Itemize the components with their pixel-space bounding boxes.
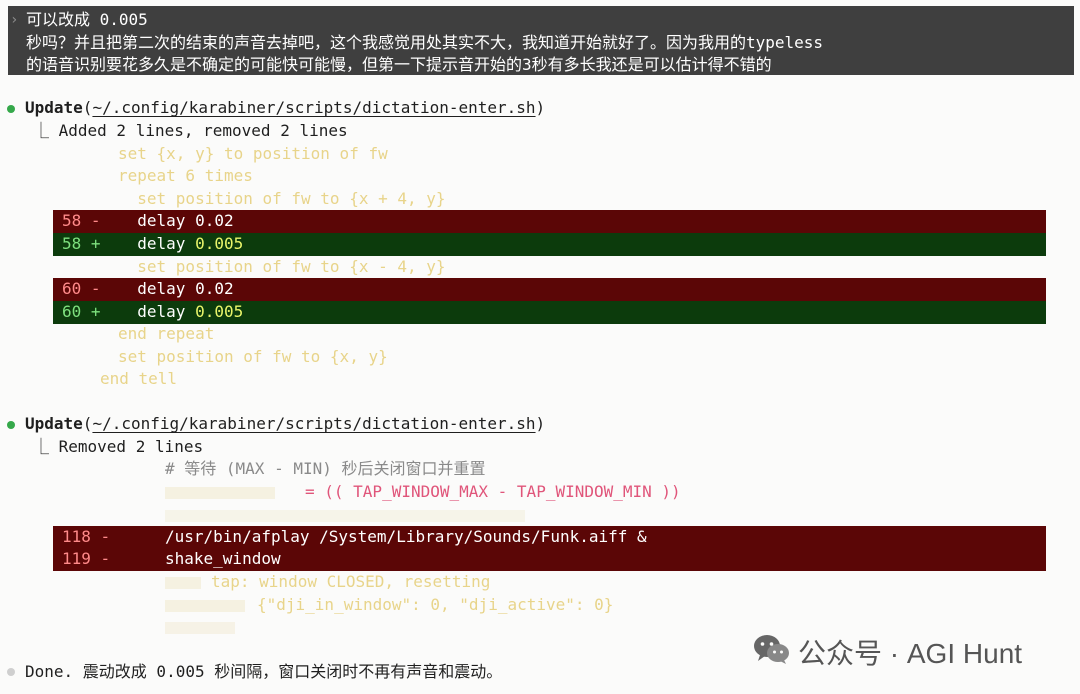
redacted-text: [165, 510, 525, 522]
status-bullet-icon: [7, 668, 15, 676]
watermark-text: 公众号 · AGI Hunt: [798, 638, 1023, 669]
wechat-icon: [752, 633, 790, 672]
line-number: 118 -: [62, 527, 111, 546]
context-line: {"dji_in_window": 0, "dji_active": 0}: [257, 595, 614, 614]
prompt-caret-icon: ›: [10, 12, 19, 28]
diff-code: delay: [118, 234, 196, 253]
redacted-text: [165, 622, 235, 634]
prompt-line-3: 的语音识别要花多久是不确定的可能快可能慢，但第一下提示音开始的3秒有多长我还是可…: [26, 55, 772, 74]
redacted-text: [165, 600, 245, 612]
diff-removed-line: 60 - delay 0.02: [53, 278, 1046, 301]
prompt-line-1: 可以改成 0.005: [26, 10, 148, 29]
assign-line: = (( TAP_WINDOW_MAX - TAP_WINDOW_MIN )): [305, 482, 681, 501]
redacted-text: [165, 577, 201, 589]
update-summary: ⎿ Added 2 lines, removed 2 lines: [33, 121, 348, 140]
file-path-link[interactable]: ~/.config/karabiner/scripts/dictation-en…: [92, 98, 535, 117]
line-number: 119 -: [62, 549, 111, 568]
context-line: tap: window CLOSED, resetting: [211, 572, 491, 591]
redacted-text: [165, 487, 275, 499]
status-bullet-icon: [7, 421, 15, 429]
diff-highlight: 0.005: [195, 234, 244, 253]
update-header-1: Update(~/.config/karabiner/scripts/dicta…: [25, 98, 546, 117]
update-header-2: Update(~/.config/karabiner/scripts/dicta…: [25, 414, 546, 433]
update-action: Update: [25, 98, 83, 117]
context-line: set position of fw to {x + 4, y}: [118, 189, 446, 208]
diff-code: delay 0.02: [118, 211, 234, 230]
context-line: set {x, y} to position of fw: [118, 144, 388, 163]
diff-removed-line: 119 - shake_window: [53, 548, 1046, 571]
line-number: 58 -: [62, 211, 101, 230]
diff-added-line: 58 + delay 0.005: [53, 233, 1046, 256]
status-bullet-icon: [7, 105, 15, 113]
diff-code: delay: [118, 302, 196, 321]
context-line: set position of fw to {x - 4, y}: [118, 257, 446, 276]
update-summary: ⎿ Removed 2 lines: [33, 437, 204, 456]
file-path-link[interactable]: ~/.config/karabiner/scripts/dictation-en…: [92, 414, 535, 433]
diff-code: delay 0.02: [118, 279, 234, 298]
diff-code: shake_window: [165, 549, 281, 568]
user-prompt-box: › 可以改成 0.005 秒吗？并且把第二次的结束的声音去掉吧，这个我感觉用处其…: [8, 6, 1074, 75]
context-line: set position of fw to {x, y}: [118, 347, 388, 366]
diff-added-line: 60 + delay 0.005: [53, 301, 1046, 324]
context-line: end repeat: [118, 324, 215, 343]
diff-code: /usr/bin/afplay /System/Library/Sounds/F…: [165, 527, 647, 546]
line-number: 58 +: [62, 234, 101, 253]
context-line: repeat 6 times: [118, 166, 253, 185]
prompt-line-2: 秒吗？并且把第二次的结束的声音去掉吧，这个我感觉用处其实不大，我知道开始就好了。…: [26, 32, 824, 52]
diff-highlight: 0.005: [195, 302, 244, 321]
diff-removed-line: 118 - /usr/bin/afplay /System/Library/Sou…: [53, 526, 1046, 549]
line-number: 60 -: [62, 279, 101, 298]
watermark: 公众号 · AGI Hunt: [752, 634, 1022, 670]
done-message: Done. 震动改成 0.005 秒间隔，窗口关闭时不再有声音和震动。: [25, 662, 503, 681]
context-line: end tell: [100, 369, 178, 388]
line-number: 60 +: [62, 302, 101, 321]
update-action: Update: [25, 414, 83, 433]
diff-removed-line: 58 - delay 0.02: [53, 210, 1046, 233]
code-comment: # 等待 (MAX - MIN) 秒后关闭窗口并重置: [165, 459, 486, 478]
